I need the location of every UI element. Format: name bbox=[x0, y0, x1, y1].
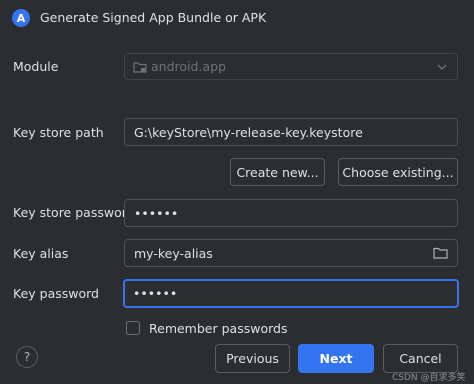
key-store-password-label: Key store password bbox=[13, 205, 135, 220]
module-select[interactable]: android.app bbox=[124, 53, 458, 80]
android-studio-icon: A bbox=[12, 9, 30, 27]
key-store-path-value: G:\keyStore\my-release-key.keystore bbox=[134, 124, 363, 140]
key-password-label: Key password bbox=[13, 286, 99, 301]
folder-icon[interactable] bbox=[433, 247, 448, 259]
chevron-down-icon bbox=[437, 64, 447, 70]
key-alias-value: my-key-alias bbox=[134, 245, 213, 261]
key-password-value: •••••• bbox=[133, 286, 178, 301]
module-value: android.app bbox=[151, 59, 226, 74]
remember-passwords-label: Remember passwords bbox=[149, 321, 288, 336]
module-label: Module bbox=[13, 59, 59, 74]
key-store-password-input[interactable]: •••••• bbox=[124, 199, 458, 227]
key-store-path-label: Key store path bbox=[13, 125, 104, 140]
key-alias-input[interactable]: my-key-alias bbox=[124, 239, 458, 267]
window-title: Generate Signed App Bundle or APK bbox=[40, 10, 267, 25]
key-password-input[interactable]: •••••• bbox=[123, 279, 459, 308]
next-button[interactable]: Next bbox=[298, 344, 374, 373]
title-bar: A Generate Signed App Bundle or APK bbox=[0, 0, 474, 38]
key-store-password-value: •••••• bbox=[134, 205, 179, 221]
choose-existing-button[interactable]: Choose existing... bbox=[338, 158, 458, 186]
key-store-path-input[interactable]: G:\keyStore\my-release-key.keystore bbox=[124, 118, 458, 146]
help-icon[interactable]: ? bbox=[16, 346, 38, 368]
csdn-watermark: CSDN @自求多笑 bbox=[392, 373, 466, 383]
remember-passwords-checkbox[interactable] bbox=[126, 321, 140, 335]
cancel-button[interactable]: Cancel bbox=[383, 344, 458, 373]
key-alias-label: Key alias bbox=[13, 246, 69, 261]
create-new-button[interactable]: Create new... bbox=[230, 158, 325, 186]
folder-module-icon bbox=[133, 61, 147, 73]
previous-button[interactable]: Previous bbox=[215, 344, 290, 373]
